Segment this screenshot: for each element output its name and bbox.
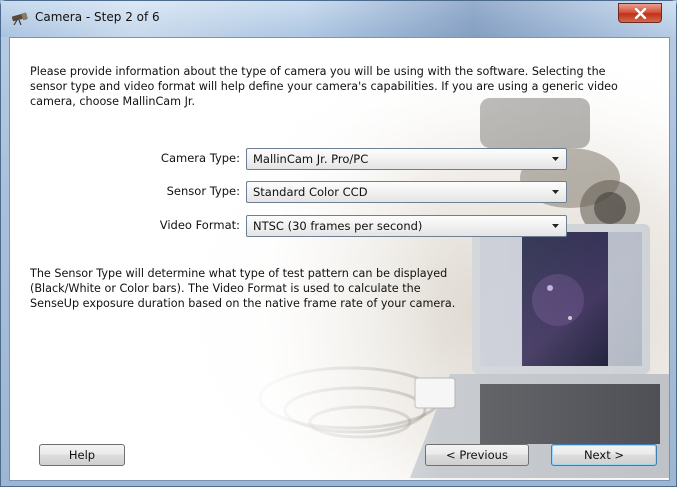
previous-button[interactable]: < Previous: [425, 444, 529, 466]
video-format-label: Video Format:: [159, 218, 240, 232]
camera-type-label-cell: Camera Type:: [10, 148, 240, 170]
chevron-down-icon: [552, 190, 559, 194]
sensor-type-dropdown[interactable]: Standard Color CCD: [246, 181, 567, 203]
window-title: Camera - Step 2 of 6: [35, 10, 160, 24]
next-button[interactable]: Next >: [551, 444, 657, 466]
video-format-dropdown[interactable]: NTSC (30 frames per second): [246, 215, 567, 237]
video-format-value: NTSC (30 frames per second): [253, 219, 423, 233]
wizard-content: Please provide information about the typ…: [9, 37, 670, 481]
chevron-down-icon: [552, 157, 559, 161]
camera-type-value: MallinCam Jr. Pro/PC: [253, 152, 369, 166]
sensor-type-label-cell: Sensor Type:: [10, 181, 240, 203]
video-format-label-cell: Video Format:: [10, 215, 240, 237]
telescope-icon: [11, 12, 28, 25]
sensor-type-value: Standard Color CCD: [253, 185, 368, 199]
close-button[interactable]: [618, 3, 662, 23]
close-icon: [634, 8, 647, 19]
wizard-window: Camera - Step 2 of 6 Please provide info…: [0, 0, 677, 487]
camera-type-dropdown[interactable]: MallinCam Jr. Pro/PC: [246, 148, 567, 170]
description-text: The Sensor Type will determine what type…: [30, 267, 456, 310]
intro-text: Please provide information about the typ…: [30, 65, 618, 108]
help-button[interactable]: Help: [39, 444, 125, 466]
title-bar[interactable]: Camera - Step 2 of 6: [1, 1, 676, 37]
sensor-type-label: Sensor Type:: [166, 184, 240, 198]
chevron-down-icon: [552, 224, 559, 228]
camera-type-label: Camera Type:: [160, 151, 240, 165]
